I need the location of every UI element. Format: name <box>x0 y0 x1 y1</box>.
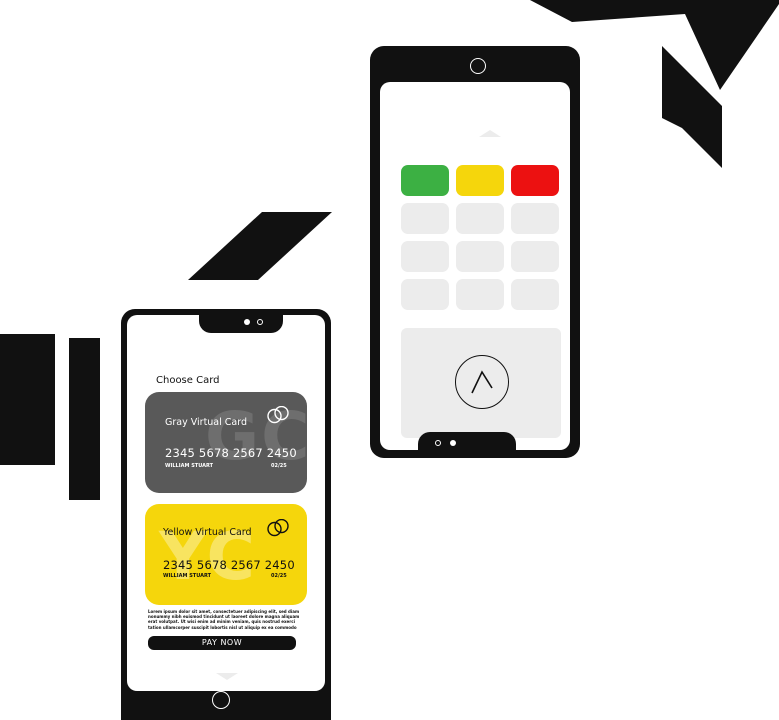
card-watermark: GC <box>205 398 307 475</box>
scroll-down-arrow-icon[interactable] <box>216 673 238 680</box>
decorative-bar-left <box>0 334 55 465</box>
gray-virtual-card[interactable]: GC Gray Virtual Card 2345 5678 2567 2450… <box>145 392 307 493</box>
card-name: Yellow Virtual Card <box>163 527 252 538</box>
card-number: 2345 5678 2567 2450 <box>165 446 297 460</box>
indicator-dot-icon <box>450 440 456 446</box>
decorative-chevron-shard <box>662 46 722 168</box>
keypad-key[interactable] <box>456 279 504 310</box>
wallet-phone: Choose Card GC Gray Virtual Card 2345 56… <box>121 309 331 720</box>
decorative-bar-right <box>69 338 100 500</box>
scroll-up-arrow-icon[interactable] <box>479 130 501 137</box>
keypad-key[interactable] <box>511 241 559 272</box>
keypad-key[interactable] <box>401 241 449 272</box>
cancel-key[interactable] <box>511 165 559 196</box>
camera-dot-icon <box>244 319 250 325</box>
yellow-virtual-card[interactable]: YC Yellow Virtual Card 2345 5678 2567 24… <box>145 504 307 605</box>
correction-key[interactable] <box>456 165 504 196</box>
card-network-logo-icon <box>267 519 289 537</box>
card-expiry: 02/25 <box>271 573 287 579</box>
contactless-pad[interactable] <box>401 328 561 438</box>
keypad-key[interactable] <box>511 279 559 310</box>
wallet-top-notch <box>199 309 283 333</box>
indicator-dot-icon <box>435 440 441 446</box>
wallet-screen: Choose Card GC Gray Virtual Card 2345 56… <box>127 315 325 691</box>
terminal-keypad <box>401 165 559 310</box>
terminal-phone <box>370 46 580 458</box>
keypad-key[interactable] <box>511 203 559 234</box>
legal-text: Lorem ipsum dolor sit amet, consectetuer… <box>148 609 300 630</box>
camera-icon <box>470 58 486 74</box>
page-title: Choose Card <box>156 375 220 386</box>
home-button-icon[interactable] <box>212 691 230 709</box>
terminal-screen <box>380 82 570 450</box>
terminal-bottom-notch <box>418 432 516 458</box>
contactless-arrow-icon <box>455 355 509 409</box>
card-name: Gray Virtual Card <box>165 417 248 428</box>
keypad-key[interactable] <box>401 203 449 234</box>
keypad-key[interactable] <box>456 203 504 234</box>
card-holder: WILLIAM STUART <box>163 573 212 579</box>
pay-now-button[interactable]: PAY NOW <box>148 636 296 650</box>
card-network-logo-icon <box>267 406 289 424</box>
card-expiry: 02/25 <box>271 463 287 469</box>
sensor-dot-icon <box>257 319 263 325</box>
decorative-parallelogram-stripe <box>188 212 332 280</box>
card-number: 2345 5678 2567 2450 <box>163 558 295 572</box>
keypad-key[interactable] <box>456 241 504 272</box>
confirm-key[interactable] <box>401 165 449 196</box>
keypad-key[interactable] <box>401 279 449 310</box>
card-holder: WILLIAM STUART <box>165 463 214 469</box>
